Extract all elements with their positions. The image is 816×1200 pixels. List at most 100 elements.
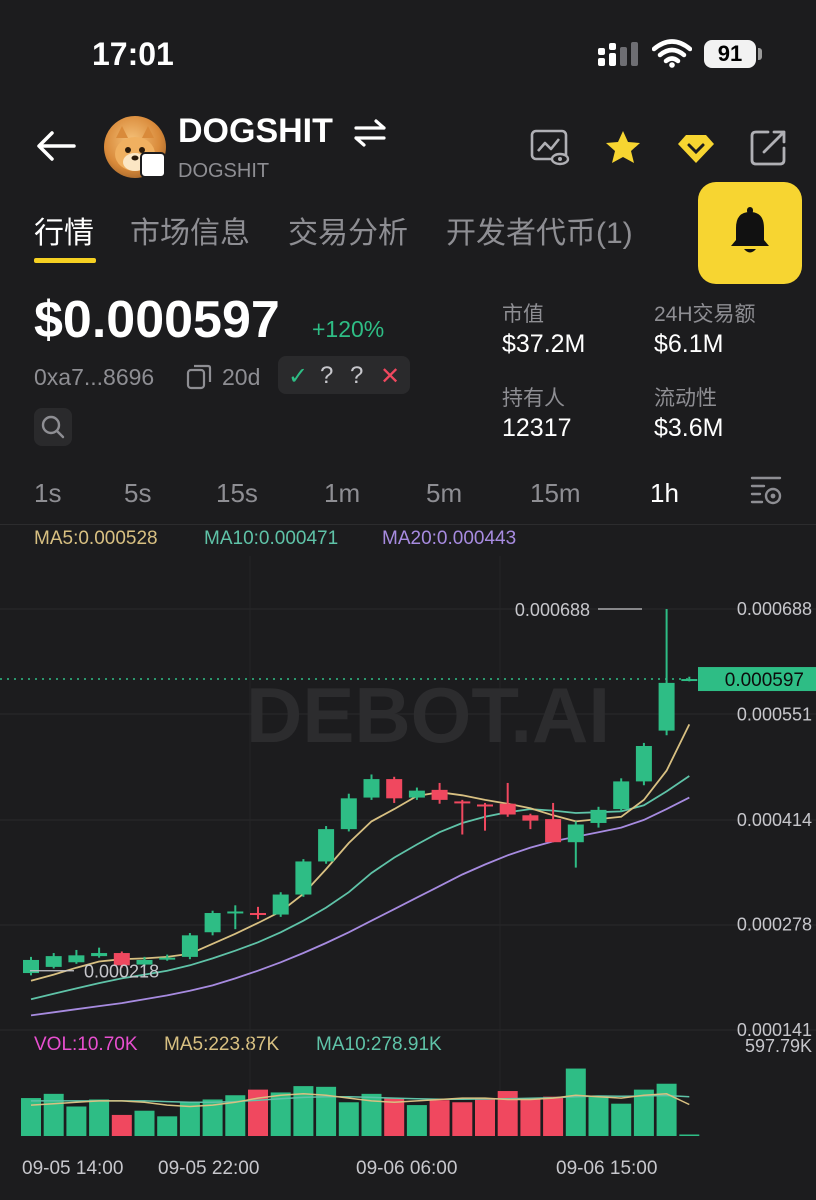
y-tick-label: 0.000551 (737, 704, 812, 724)
candle-body (272, 894, 289, 915)
volume-bar-up (588, 1095, 609, 1136)
candle-body (408, 790, 425, 798)
volume-bar-up (89, 1099, 110, 1136)
volume-bar-down (384, 1098, 405, 1136)
volume-bar-up (66, 1106, 87, 1136)
candle-body (613, 781, 630, 810)
active-tab-indicator (34, 258, 96, 263)
stat-value-market-cap: $37.2M (502, 330, 586, 358)
volume-bar-up (406, 1105, 427, 1136)
ma10-legend: MA10:0.000471 (204, 528, 339, 549)
stat-label-holders: 持有人 (502, 387, 565, 410)
timeframe-5m[interactable]: 5m (426, 478, 462, 509)
candle-up (567, 821, 584, 868)
section-divider (0, 524, 816, 525)
check-pass-icon: ✓ (288, 363, 309, 390)
volume-bar-down (429, 1100, 450, 1136)
volume-bar-up (565, 1068, 586, 1136)
y-tick-label: 0.000414 (737, 810, 812, 830)
candle-up (91, 947, 108, 958)
volume-bar-up (21, 1098, 41, 1136)
candle-body (227, 911, 244, 914)
price-alert-button[interactable] (698, 182, 802, 284)
share-icon[interactable] (748, 128, 788, 168)
chart-settings-icon[interactable] (748, 472, 784, 508)
battery-tip (758, 48, 762, 60)
ma5-line (30, 724, 691, 982)
search-button[interactable] (34, 408, 72, 446)
candle-up (23, 956, 39, 976)
current-price: $0.000597 (34, 291, 280, 349)
search-icon (41, 415, 65, 439)
candle-body (681, 679, 698, 682)
candle-body (431, 789, 448, 800)
candle-body (499, 803, 516, 815)
timeframe-1h[interactable]: 1h (650, 478, 679, 509)
candle-body (386, 779, 403, 799)
candle-body (363, 779, 380, 798)
tab-market-info[interactable]: 市场信息 (130, 208, 250, 252)
timeframe-5s[interactable]: 5s (124, 478, 151, 509)
stat-value-24h-volume: $6.1M (654, 330, 724, 358)
volume-bar-down (543, 1096, 564, 1136)
candlestick-chart[interactable]: DEBOT.AI 0.000688 0.000551 0.000414 0.00027… (0, 556, 816, 1156)
volume-bar-down (497, 1091, 518, 1136)
candle-down (499, 782, 516, 817)
swap-icon[interactable] (352, 118, 388, 148)
low-marker-label: 0.000218 (84, 962, 159, 982)
candle-body (522, 815, 539, 821)
battery-indicator: 91 (704, 40, 756, 68)
stat-label-24h-volume: 24H交易额 (654, 303, 756, 326)
contract-address[interactable]: 0xa7...8696 (34, 364, 154, 391)
candle-body (295, 861, 312, 895)
ma20-line (30, 796, 690, 1017)
candle-body (204, 913, 221, 933)
candle-up (658, 609, 675, 736)
stat-value-liquidity: $3.6M (654, 414, 724, 442)
volume-bar-up (179, 1102, 200, 1136)
candle-up (272, 892, 289, 917)
candle-up (318, 826, 335, 864)
candle-body (545, 819, 562, 843)
volume-bar-down (520, 1098, 541, 1136)
candle-up (204, 910, 221, 936)
x-tick-label: 09-05 14:00 (22, 1158, 124, 1179)
watermark: DEBOT.AI (246, 671, 610, 759)
volume-bar-up (338, 1102, 359, 1136)
tab-market[interactable]: 行情 (34, 208, 94, 252)
volume-bar-down (452, 1102, 473, 1136)
timeframe-15s[interactable]: 15s (216, 478, 258, 509)
copy-icon[interactable] (186, 364, 212, 390)
diamond-icon[interactable] (676, 128, 716, 168)
candle-down (431, 782, 448, 804)
timeframe-15m[interactable]: 15m (530, 478, 581, 509)
candle-down (454, 799, 471, 835)
check-fail-icon: ✕ (380, 363, 401, 390)
star-icon[interactable] (603, 128, 643, 168)
security-checks[interactable]: ✓ ? ? ✕ (278, 356, 410, 394)
candle-down (522, 813, 539, 830)
candle-body (635, 745, 652, 782)
timeframe-1s[interactable]: 1s (34, 478, 61, 509)
x-tick-label: 09-05 22:00 (158, 1158, 260, 1179)
token-age: 20d (222, 364, 261, 390)
volume-bar-up (611, 1103, 632, 1136)
candle-body (68, 955, 85, 963)
cellular-signal-icon (598, 42, 638, 66)
wifi-icon (652, 39, 692, 68)
watch-chart-icon[interactable] (530, 128, 570, 168)
timeframe-1m[interactable]: 1m (324, 478, 360, 509)
stat-label-liquidity: 流动性 (654, 387, 717, 410)
candle-body (159, 957, 176, 960)
candle-body (590, 809, 607, 823)
tab-dev-tokens[interactable]: 开发者代币(1) (446, 208, 633, 252)
candle-body (250, 913, 266, 916)
candle-body (567, 824, 584, 843)
volume-bar-up (134, 1110, 155, 1136)
volume-bar-up (679, 1134, 700, 1136)
high-marker-label: 0.000688 (515, 600, 590, 620)
check-unknown-icon: ? (350, 362, 364, 389)
candle-up (681, 676, 698, 682)
tab-trade-analysis[interactable]: 交易分析 (288, 208, 408, 252)
back-arrow-icon[interactable] (34, 128, 78, 164)
